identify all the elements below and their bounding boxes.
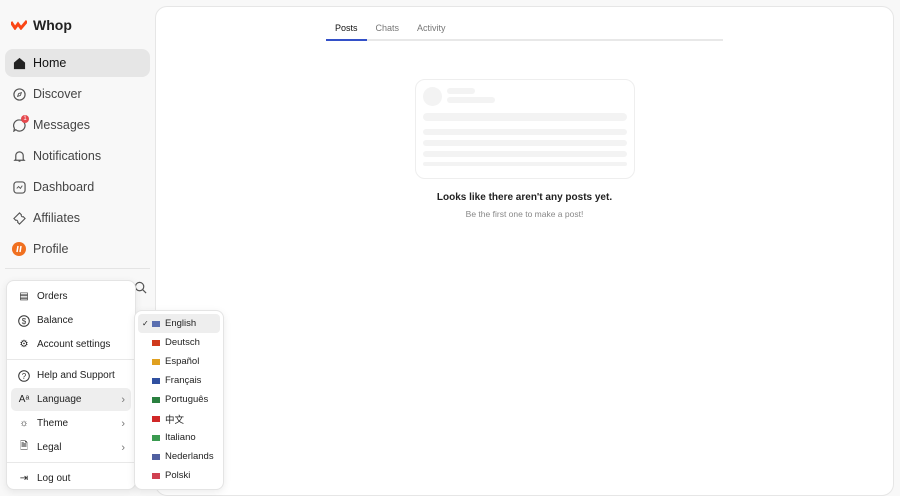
nav-label: Dashboard bbox=[33, 180, 95, 194]
svg-text:$: $ bbox=[22, 317, 27, 326]
language-option[interactable]: Polski bbox=[138, 466, 220, 485]
empty-state-subtitle: Be the first one to make a post! bbox=[465, 209, 584, 219]
language-option[interactable]: Deutsch bbox=[138, 333, 220, 352]
main-panel: Posts Chats Activity Looks like there ar… bbox=[155, 6, 894, 496]
compass-icon bbox=[12, 87, 26, 101]
menu-label: Legal bbox=[37, 442, 62, 453]
language-option[interactable]: Nederlands bbox=[138, 447, 220, 466]
empty-post-placeholder bbox=[415, 79, 635, 179]
language-label: Italiano bbox=[165, 432, 196, 443]
menu-theme[interactable]: ☼ Theme › bbox=[11, 412, 131, 435]
flag-icon bbox=[152, 453, 160, 460]
translate-icon: Aᵃ bbox=[18, 394, 30, 405]
flag-icon bbox=[152, 377, 160, 384]
menu-help[interactable]: ? Help and Support bbox=[11, 364, 131, 387]
language-label: Português bbox=[165, 394, 209, 405]
tab-bar: Posts Chats Activity bbox=[326, 21, 723, 41]
dollar-icon: $ bbox=[17, 314, 31, 328]
language-option[interactable]: 中文 bbox=[138, 409, 220, 428]
unread-badge: 1 bbox=[21, 115, 29, 123]
flag-icon bbox=[152, 396, 160, 403]
flag-icon bbox=[152, 358, 160, 365]
nav-label: Discover bbox=[33, 87, 82, 101]
nav-home[interactable]: Home bbox=[5, 49, 150, 77]
menu-label: Balance bbox=[37, 315, 74, 326]
language-label: Español bbox=[165, 356, 200, 367]
nav-label: Affiliates bbox=[33, 211, 81, 225]
check-icon: ✓ bbox=[142, 319, 149, 328]
menu-language[interactable]: Aᵃ Language › bbox=[11, 388, 131, 411]
menu-account-settings[interactable]: ⚙ Account settings bbox=[11, 333, 131, 356]
menu-logout[interactable]: ⇥ Log out bbox=[11, 467, 131, 490]
menu-label: Log out bbox=[37, 473, 71, 484]
tab-chats[interactable]: Chats bbox=[367, 21, 409, 41]
gear-icon: ⚙ bbox=[19, 339, 29, 350]
menu-label: Language bbox=[37, 394, 82, 405]
bell-icon bbox=[12, 149, 26, 163]
home-icon bbox=[12, 56, 26, 70]
flag-icon bbox=[152, 320, 160, 327]
receipt-icon: ▤ bbox=[19, 291, 29, 302]
nav-label: Messages bbox=[33, 118, 90, 132]
help-icon: ? bbox=[17, 369, 31, 383]
logout-icon: ⇥ bbox=[19, 473, 29, 484]
ticket-icon bbox=[12, 211, 26, 225]
menu-legal[interactable]: 🗎 Legal › bbox=[11, 436, 131, 459]
sidebar-divider bbox=[5, 268, 150, 269]
nav-notifications[interactable]: Notifications bbox=[5, 142, 150, 170]
language-option[interactable]: Italiano bbox=[138, 428, 220, 447]
menu-label: Help and Support bbox=[37, 370, 115, 381]
nav-discover[interactable]: Discover bbox=[5, 80, 150, 108]
flag-icon bbox=[152, 434, 160, 441]
flag-icon bbox=[152, 472, 160, 479]
flag-icon bbox=[152, 339, 160, 346]
menu-divider bbox=[7, 462, 135, 463]
language-option[interactable]: Português bbox=[138, 390, 220, 409]
menu-label: Account settings bbox=[37, 339, 111, 350]
menu-label: Orders bbox=[37, 291, 68, 302]
language-label: Deutsch bbox=[165, 337, 200, 348]
language-label: Nederlands bbox=[165, 451, 214, 462]
menu-balance[interactable]: $ Balance bbox=[11, 309, 131, 332]
nav-label: Home bbox=[33, 56, 67, 70]
language-option[interactable]: ✓ English bbox=[138, 314, 220, 333]
whop-logo[interactable]: Whop bbox=[11, 17, 72, 33]
tab-activity[interactable]: Activity bbox=[408, 21, 455, 41]
nav-affiliates[interactable]: Affiliates bbox=[5, 204, 150, 232]
chevron-right-icon: › bbox=[121, 417, 125, 430]
nav-dashboard[interactable]: Dashboard bbox=[5, 173, 150, 201]
sun-icon: ☼ bbox=[19, 418, 29, 429]
nav-messages[interactable]: 1 Messages bbox=[5, 111, 150, 139]
nav-label: Profile bbox=[33, 242, 69, 256]
menu-orders[interactable]: ▤ Orders bbox=[11, 285, 131, 308]
whop-logo-icon bbox=[11, 20, 27, 30]
language-option[interactable]: Español bbox=[138, 352, 220, 371]
chevron-right-icon: › bbox=[121, 393, 125, 406]
tab-posts[interactable]: Posts bbox=[326, 21, 367, 41]
language-label: Polski bbox=[165, 470, 191, 481]
language-label: English bbox=[165, 318, 197, 329]
language-label: 中文 bbox=[165, 414, 185, 426]
language-label: Français bbox=[165, 375, 202, 386]
nav-profile[interactable]: Profile bbox=[5, 235, 150, 263]
language-option[interactable]: Français bbox=[138, 371, 220, 390]
menu-label: Theme bbox=[37, 418, 69, 429]
dashboard-icon bbox=[12, 180, 26, 194]
flag-icon bbox=[152, 415, 160, 422]
nav-label: Notifications bbox=[33, 149, 102, 163]
document-icon: 🗎 bbox=[19, 441, 29, 452]
account-menu: ▤ Orders $ Balance ⚙ Account settings ? Help… bbox=[6, 280, 136, 490]
language-submenu: ✓ English Deutsch Español Français Português 中… bbox=[134, 310, 224, 490]
sidebar-nav: Home Discover 1 Messages Notifications Da… bbox=[5, 49, 150, 266]
svg-text:?: ? bbox=[22, 372, 27, 381]
menu-divider bbox=[7, 359, 135, 360]
chevron-right-icon: › bbox=[121, 441, 125, 454]
avatar-icon bbox=[12, 242, 26, 256]
empty-state-title: Looks like there aren't any posts yet. bbox=[436, 192, 613, 203]
brand-name: Whop bbox=[33, 17, 72, 33]
